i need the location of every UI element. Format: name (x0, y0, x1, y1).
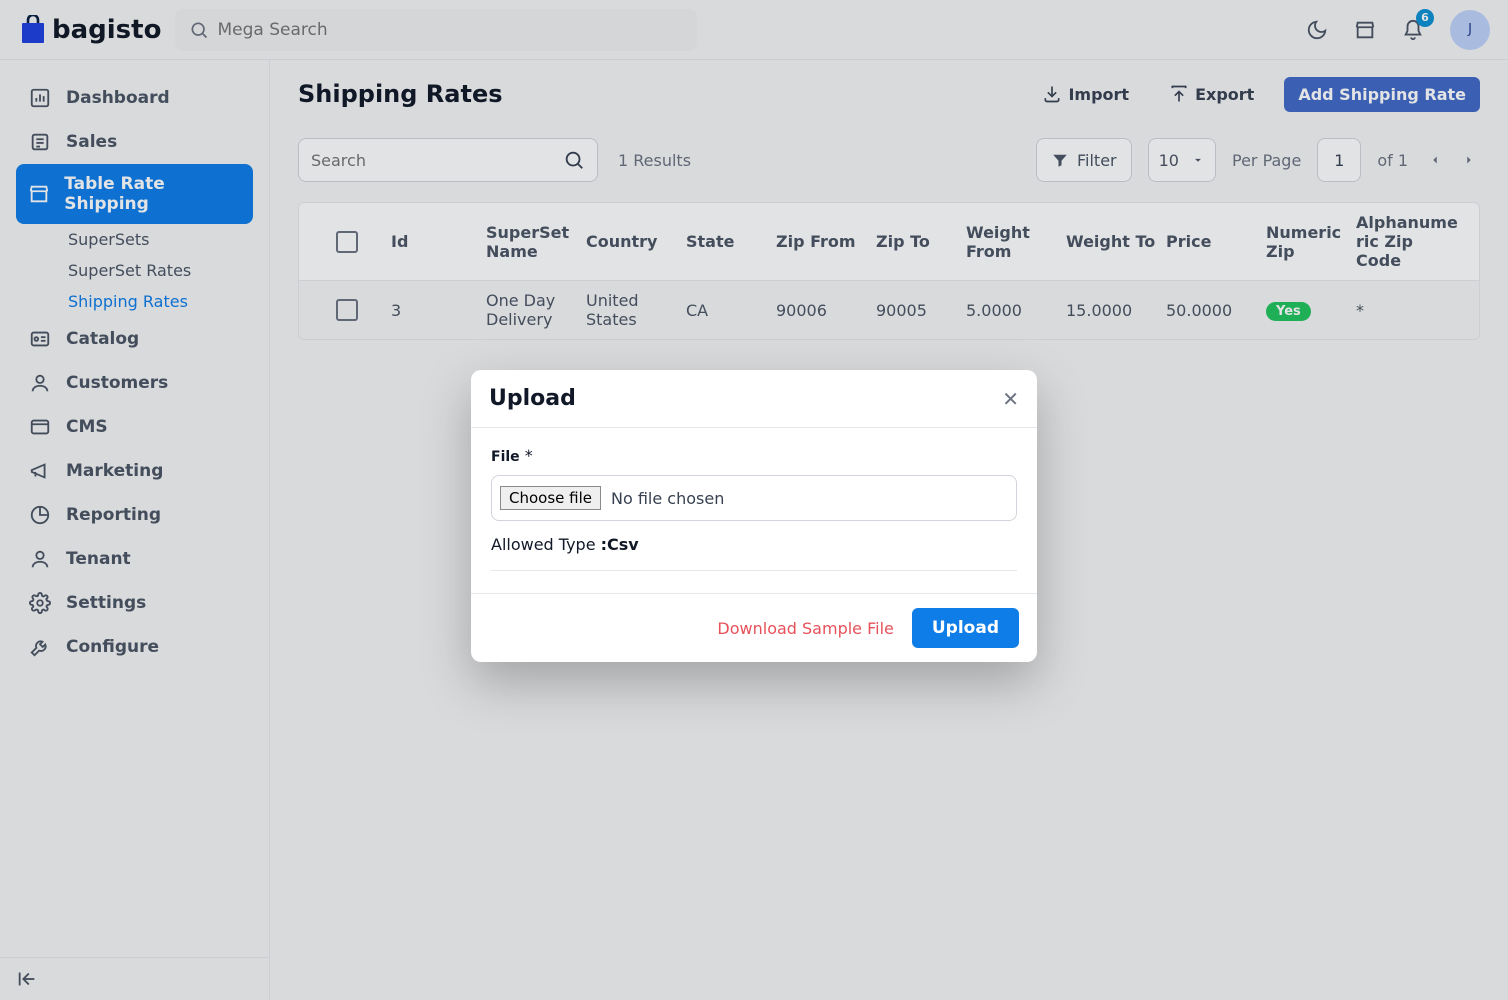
upload-button[interactable]: Upload (912, 608, 1019, 648)
upload-modal: Upload ✕ File * Choose file No file chos… (471, 370, 1037, 662)
modal-overlay[interactable]: Upload ✕ File * Choose file No file chos… (0, 0, 1508, 1000)
no-file-text: No file chosen (611, 489, 724, 508)
close-icon[interactable]: ✕ (1002, 387, 1019, 411)
file-label: File (491, 449, 520, 465)
choose-file-button[interactable]: Choose file (500, 486, 601, 510)
allowed-value: :Csv (601, 535, 639, 554)
allowed-prefix: Allowed Type (491, 535, 601, 554)
allowed-type: Allowed Type :Csv (491, 535, 1017, 571)
modal-title: Upload (489, 386, 1002, 411)
file-input[interactable]: Choose file No file chosen (491, 475, 1017, 521)
download-sample-link[interactable]: Download Sample File (717, 619, 893, 638)
required-mark: * (525, 446, 533, 465)
